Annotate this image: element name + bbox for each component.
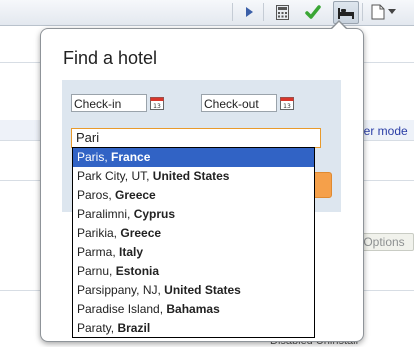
- suggestion-dropdown: Paris, France Park City, UT, United State…: [72, 147, 315, 338]
- toolbar-separator: [263, 3, 264, 21]
- popup-arrow-fill: [331, 22, 347, 30]
- toolbar-separator: [232, 3, 233, 21]
- suggestion-country: Estonia: [115, 264, 160, 278]
- suggestion-item[interactable]: Paraty, Brazil: [73, 319, 314, 338]
- search-button[interactable]: [314, 172, 332, 198]
- popup-title: Find a hotel: [63, 48, 158, 68]
- suggestion-country: Bahamas: [166, 302, 220, 316]
- suggestion-place: Parnu,: [77, 264, 116, 278]
- calculator-icon[interactable]: [272, 2, 292, 22]
- calendar-icon[interactable]: 13: [280, 96, 294, 110]
- calendar-icon[interactable]: 13: [150, 96, 164, 110]
- checkin-input[interactable]: Check-in: [71, 94, 147, 112]
- suggestion-country: Greece: [115, 188, 156, 202]
- svg-text:13: 13: [153, 103, 161, 110]
- background-link[interactable]: per mode: [357, 124, 408, 138]
- suggestion-country: Cyprus: [133, 207, 176, 221]
- suggestion-country: Italy: [119, 245, 144, 259]
- suggestion-place: Paradise Island,: [77, 302, 167, 316]
- browser-toolbar: [0, 0, 414, 26]
- suggestion-place: Parma,: [77, 245, 120, 259]
- suggestion-item[interactable]: Parsippany, NJ, United States: [73, 281, 314, 300]
- suggestion-place: Park City, UT,: [77, 169, 153, 183]
- suggestion-item[interactable]: Paros, Greece: [73, 186, 314, 205]
- suggestion-item[interactable]: Park City, UT, United States: [73, 167, 314, 186]
- toolbar-separator: [362, 3, 363, 21]
- suggestion-item[interactable]: Paris, France: [73, 148, 314, 167]
- suggestion-country: United States: [152, 169, 230, 183]
- suggestion-place: Paros,: [77, 188, 116, 202]
- suggestion-item[interactable]: Parikia, Greece: [73, 224, 314, 243]
- suggestion-place: Paraty,: [77, 321, 118, 335]
- page-menu-button[interactable]: [368, 2, 398, 22]
- page-icon: [371, 4, 384, 20]
- suggestion-country: United States: [164, 283, 241, 297]
- suggestion-country: Greece: [120, 226, 162, 240]
- suggestion-item[interactable]: Paradise Island, Bahamas: [73, 300, 314, 319]
- suggestion-item[interactable]: Paralimni, Cyprus: [73, 205, 314, 224]
- play-icon[interactable]: [239, 2, 259, 22]
- chevron-down-icon: [387, 9, 396, 14]
- svg-text:13: 13: [283, 103, 291, 110]
- suggestion-country: Brazil: [117, 321, 151, 335]
- checkin-field-group: Check-in 13: [71, 93, 164, 113]
- checkmark-icon[interactable]: [303, 2, 323, 22]
- suggestion-place: Parikia,: [77, 226, 121, 240]
- destination-search-input[interactable]: Pari: [71, 128, 321, 148]
- suggestion-item[interactable]: Parnu, Estonia: [73, 262, 314, 281]
- suggestion-place: Parsippany, NJ,: [77, 283, 165, 297]
- checkout-input[interactable]: Check-out: [201, 94, 277, 112]
- checkout-field-group: Check-out 13: [201, 93, 294, 113]
- suggestion-place: Paralimni,: [77, 207, 134, 221]
- suggestion-item[interactable]: Parma, Italy: [73, 243, 314, 262]
- suggestion-place: Paris,: [77, 150, 112, 164]
- suggestion-country: France: [111, 150, 151, 164]
